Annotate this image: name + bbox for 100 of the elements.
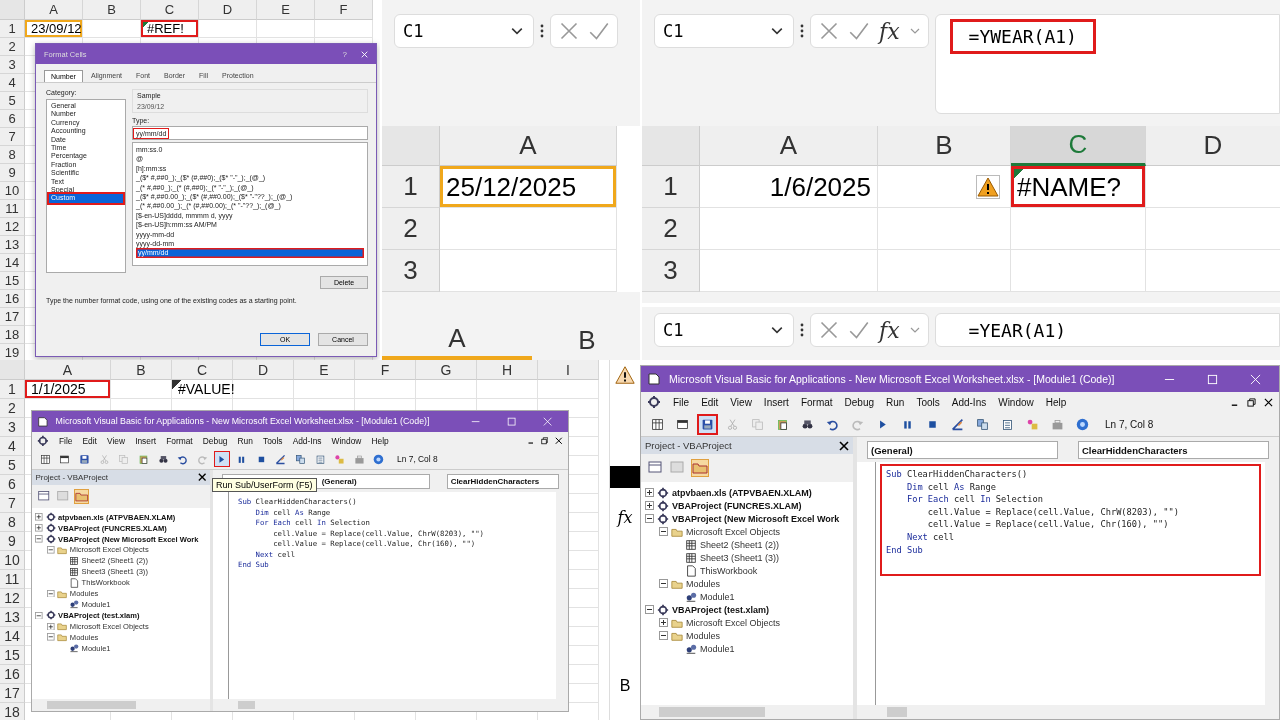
sheet-cell[interactable] (416, 380, 477, 399)
menu-item[interactable]: Window (331, 435, 362, 446)
tree-item[interactable]: Modules (69, 589, 99, 599)
collapse-icon[interactable] (659, 579, 668, 588)
help-button[interactable]: ? (342, 49, 347, 59)
cancel-icon[interactable] (819, 320, 839, 340)
row-header[interactable]: 2 (642, 208, 700, 250)
check-icon[interactable] (589, 21, 609, 41)
sheet-cell[interactable]: #VALUE! (172, 380, 233, 399)
column-header[interactable]: B (878, 126, 1011, 166)
sheet-cell[interactable]: 1/6/2025 (700, 166, 878, 208)
menu-item[interactable]: Run (886, 396, 905, 408)
row-header[interactable]: 6 (0, 475, 25, 494)
menu-item[interactable]: Help (1045, 396, 1067, 408)
row-header[interactable]: 13 (0, 236, 25, 254)
insert-function-button[interactable]: fx (879, 18, 900, 44)
menu-item[interactable]: Edit (701, 396, 719, 408)
tree-item[interactable]: ThisWorkbook (81, 578, 130, 588)
column-header[interactable]: C (141, 0, 199, 20)
row-header[interactable]: 18 (0, 326, 25, 344)
column-header[interactable]: D (233, 360, 294, 380)
collapse-icon[interactable] (659, 631, 668, 640)
tree-item[interactable]: Sheet2 (Sheet1 (2)) (700, 539, 780, 550)
maximize-icon[interactable] (1207, 373, 1218, 385)
more-icon[interactable] (800, 322, 804, 338)
tree-item[interactable]: VBAProject (New Microsoft Excel Work (58, 534, 199, 544)
tree-item[interactable]: VBAProject (New Microsoft Excel Work (672, 513, 840, 524)
row-header[interactable]: 19 (0, 344, 25, 360)
maximize-icon[interactable] (507, 416, 517, 427)
row-header[interactable]: 5 (0, 456, 25, 475)
menu-item[interactable]: Edit (82, 435, 97, 446)
sheet-cell[interactable] (355, 380, 416, 399)
sheet-cell[interactable] (315, 20, 373, 38)
row-header[interactable]: 1 (642, 166, 700, 208)
row-header[interactable]: 6 (0, 110, 25, 128)
tree-item[interactable]: Microsoft Excel Objects (69, 545, 149, 555)
column-header[interactable]: C (172, 360, 233, 380)
tree-item[interactable]: Microsoft Excel Objects (686, 526, 781, 537)
row-header[interactable]: 3 (0, 56, 25, 74)
collapse-icon[interactable] (659, 527, 668, 536)
object-dropdown[interactable]: (General) (867, 441, 1058, 459)
tree-item[interactable]: Sheet3 (Sheet1 (3)) (81, 567, 148, 577)
row-header[interactable]: 14 (0, 254, 25, 272)
save-button[interactable] (697, 413, 718, 435)
menu-item[interactable]: Tools (916, 396, 940, 408)
column-header[interactable]: H (477, 360, 538, 380)
tree-item[interactable]: atpvbaen.xls (ATPVBAEN.XLAM) (58, 512, 176, 522)
column-header[interactable]: B (532, 320, 640, 360)
row-header[interactable]: 8 (0, 513, 25, 532)
cancel-icon[interactable] (819, 21, 839, 41)
run-button[interactable] (213, 451, 230, 468)
menu-item[interactable]: Help (371, 435, 389, 446)
row-header[interactable]: 9 (0, 532, 25, 551)
tree-item[interactable]: VBAProject (FUNCRES.XLAM) (58, 523, 167, 533)
expand-icon[interactable] (645, 488, 654, 497)
folder-icon[interactable] (74, 488, 90, 505)
name-box[interactable]: C1 (394, 14, 534, 48)
column-header[interactable]: A (440, 126, 617, 166)
menu-item[interactable]: Format (166, 435, 193, 446)
menu-item[interactable]: File (58, 435, 73, 446)
procedure-dropdown[interactable]: ClearHiddenCharacters (1078, 441, 1269, 459)
sheet-cell[interactable] (1011, 250, 1146, 292)
sheet-cell[interactable] (294, 380, 355, 399)
row-header[interactable]: 1 (382, 166, 440, 208)
formula-field[interactable]: =YWEAR(A1) (934, 14, 1280, 114)
column-header[interactable]: E (294, 360, 355, 380)
menu-item[interactable]: Debug (202, 435, 228, 446)
tree-item[interactable]: Module1 (700, 591, 735, 602)
column-header[interactable]: F (355, 360, 416, 380)
menu-item[interactable]: Tools (263, 435, 283, 446)
menu-item[interactable]: View (730, 396, 752, 408)
row-header[interactable]: 16 (0, 665, 25, 684)
column-header[interactable]: B (83, 0, 141, 20)
name-box[interactable]: C1 (654, 313, 794, 347)
row-header[interactable]: 3 (642, 250, 700, 292)
tree-item[interactable]: Microsoft Excel Objects (69, 621, 149, 631)
row-header[interactable]: 17 (0, 308, 25, 326)
tree-item[interactable]: ThisWorkbook (700, 565, 758, 576)
row-header[interactable]: 1 (0, 380, 25, 399)
tree-item[interactable]: Module1 (700, 643, 735, 654)
row-header[interactable]: 2 (0, 399, 25, 418)
tree-item[interactable]: Module1 (81, 643, 111, 653)
cancel-icon[interactable] (559, 21, 579, 41)
row-header[interactable]: 12 (0, 218, 25, 236)
tree-item[interactable]: VBAProject (test.xlam) (58, 610, 140, 620)
column-header[interactable]: C (1011, 126, 1146, 166)
column-header[interactable]: A (700, 126, 878, 166)
more-icon[interactable] (540, 23, 544, 39)
check-icon[interactable] (849, 320, 869, 340)
row-header[interactable]: 8 (0, 146, 25, 164)
row-header[interactable]: 3 (0, 418, 25, 437)
row-header[interactable]: 18 (0, 703, 25, 720)
sheet-cell[interactable] (878, 250, 1011, 292)
sheet-cell[interactable] (538, 380, 599, 399)
row-header[interactable]: 5 (0, 92, 25, 110)
sheet-cell[interactable] (700, 208, 878, 250)
sheet-cell[interactable]: 25/12/2025 (440, 166, 617, 208)
menu-item[interactable]: Run (237, 435, 253, 446)
tree-item[interactable]: Modules (69, 632, 99, 642)
sheet-cell[interactable] (700, 250, 878, 292)
